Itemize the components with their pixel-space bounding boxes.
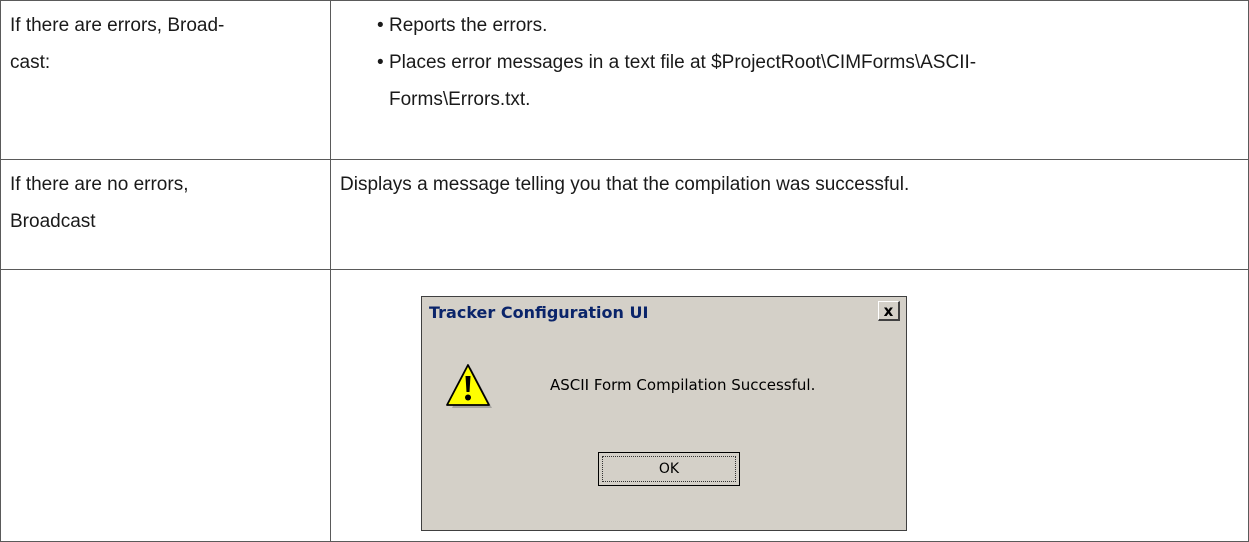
action-cell: Reports the errors. Places error message… — [330, 0, 1249, 160]
list-item: Places error messages in a text file at … — [377, 44, 1238, 118]
warning-icon — [446, 364, 492, 408]
condition-text: Broadcast — [10, 211, 96, 232]
list-item: Reports the errors. — [377, 7, 1238, 44]
close-button[interactable]: x — [878, 301, 900, 321]
dialog-message: ASCII Form Compilation Successful. — [550, 376, 816, 394]
condition-cell: If there are errors, Broad- cast: — [0, 0, 331, 160]
message-dialog: Tracker Configuration UI x ASCII Form Co… — [421, 296, 907, 531]
condition-cell: If there are no errors, Broadcast — [0, 159, 331, 270]
table-row: If there are no errors, Broadcast Displa… — [0, 159, 1249, 270]
list-item-text: Places error messages in a text file at … — [389, 52, 977, 73]
description-text: Displays a message telling you that the … — [340, 174, 910, 195]
ok-button-label: OK — [658, 461, 680, 477]
bullet-list: Reports the errors. Places error message… — [340, 7, 1238, 118]
condition-text: cast: — [10, 52, 51, 73]
condition-text: If there are no errors, — [10, 174, 189, 195]
dialog-title-bar: Tracker Configuration UI x — [423, 298, 905, 326]
empty-cell — [0, 269, 331, 542]
condition-text: If there are errors, Broad- — [10, 15, 225, 36]
list-item-text: Forms\Errors.txt. — [389, 89, 531, 110]
close-icon: x — [883, 301, 894, 320]
dialog-title: Tracker Configuration UI — [429, 302, 649, 322]
ok-button[interactable]: OK — [598, 452, 740, 486]
action-cell: Displays a message telling you that the … — [330, 159, 1249, 270]
list-item-text: Reports the errors. — [389, 15, 548, 36]
table-row: If there are errors, Broad- cast: Report… — [0, 0, 1249, 160]
